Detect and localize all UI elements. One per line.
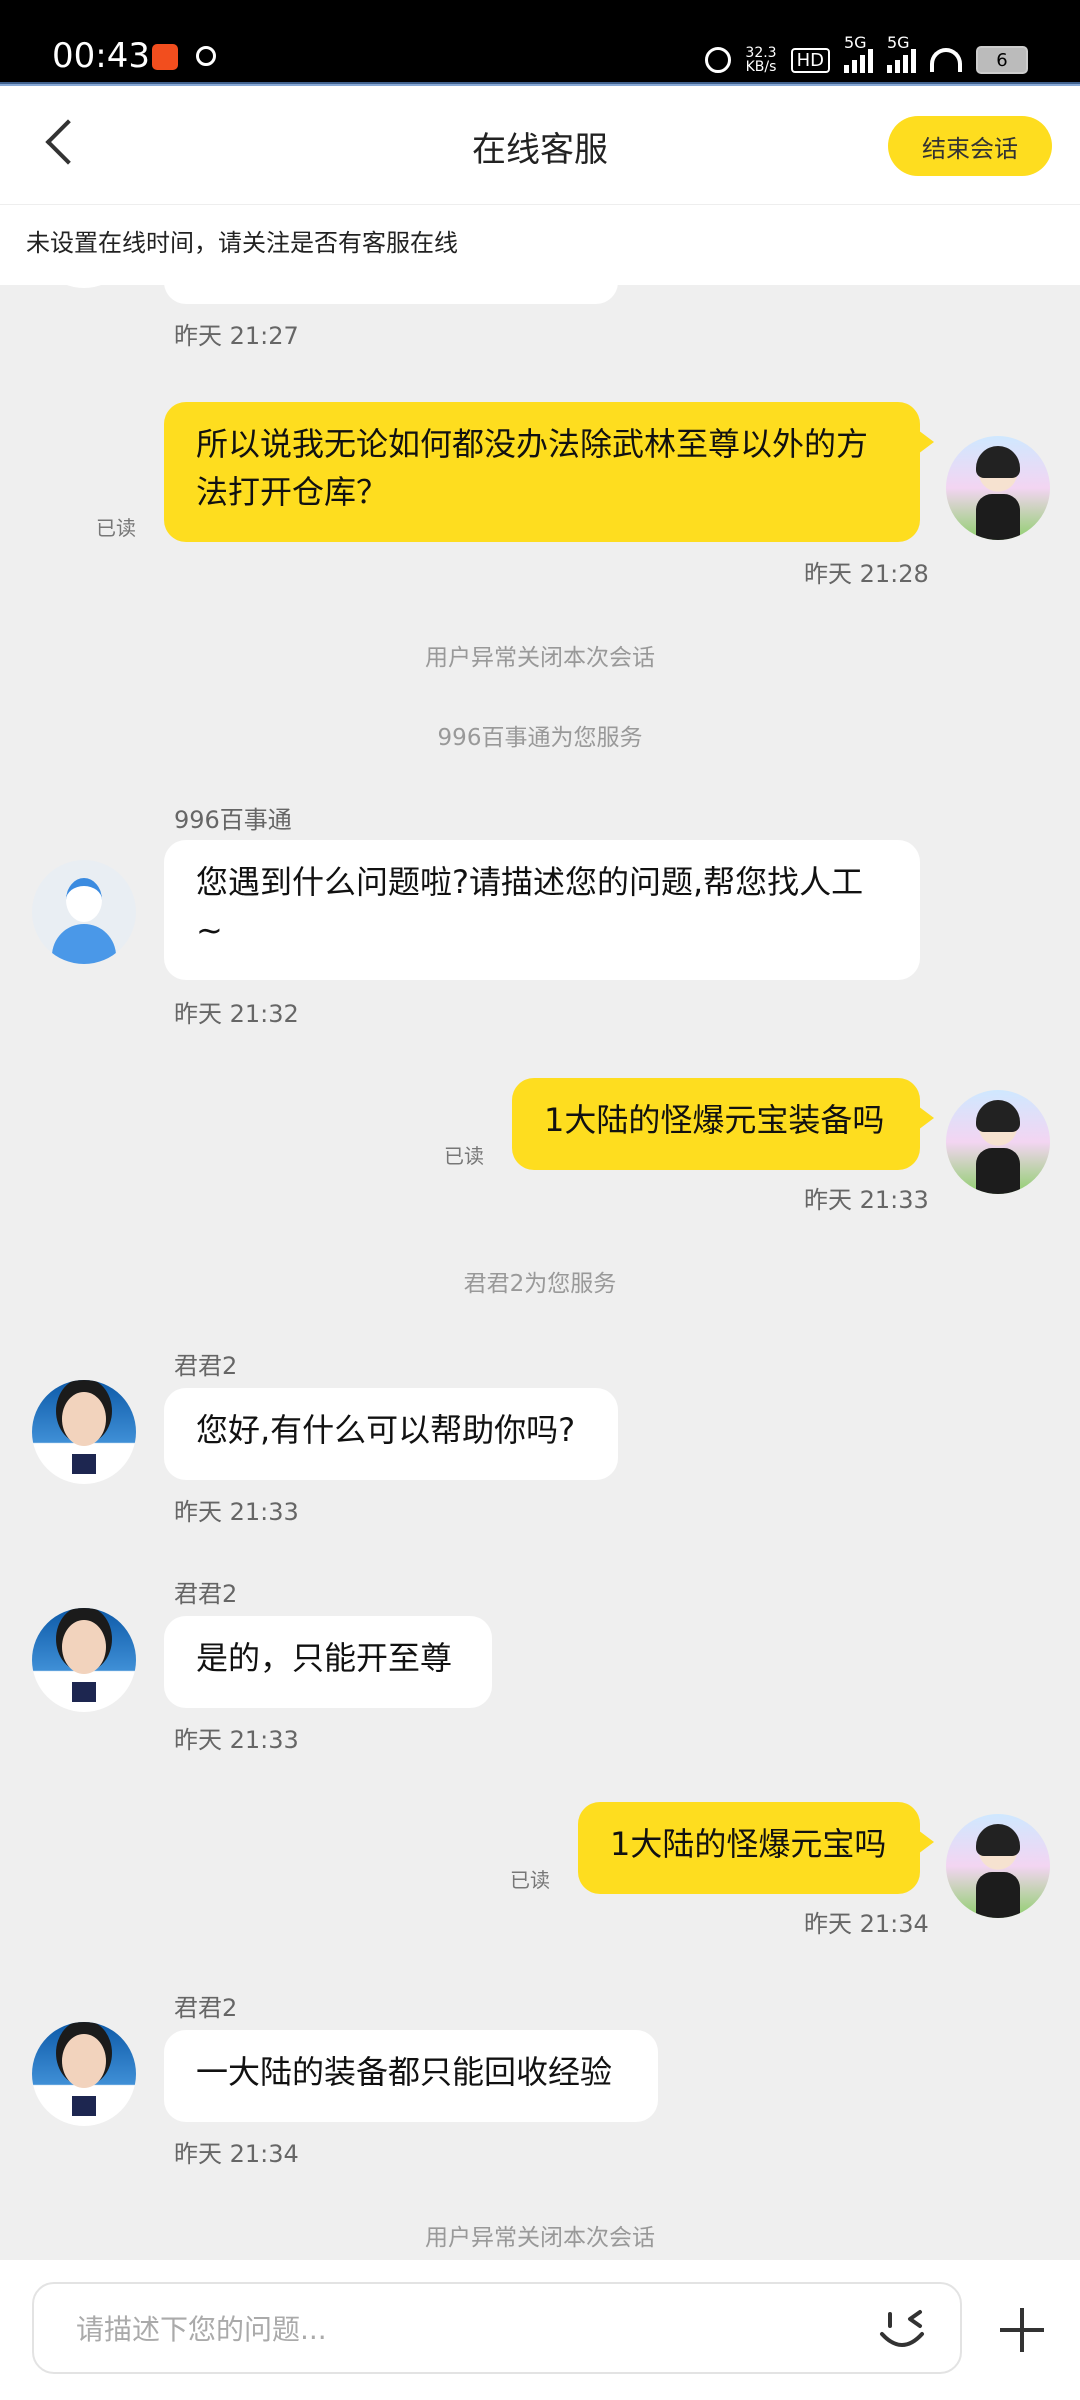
app-notification-icon: [152, 44, 178, 70]
message-time: 昨天 21:27: [174, 322, 299, 350]
message-bubble-incoming[interactable]: 您好,有什么可以帮助你吗?: [164, 1388, 618, 1480]
online-time-notice: 未设置在线时间，请关注是否有客服在线: [0, 204, 1080, 285]
chat-list[interactable]: 昨天 21:27 已读 所以说我无论如何都没办法除武林至尊以外的方法打开仓库？ …: [0, 284, 1080, 2260]
system-message: 用户异常关闭本次会话: [425, 645, 655, 671]
sender-name: 君君2: [174, 1580, 238, 1608]
status-bar: 00:43 32.3 KB/s HD 5G 5G 6: [0, 0, 1080, 84]
battery-icon: 6: [976, 46, 1028, 74]
read-status: 已读: [444, 1144, 484, 1168]
message-input-box[interactable]: [32, 2282, 962, 2374]
bot-avatar[interactable]: [32, 860, 136, 964]
message-bubble-incoming[interactable]: 一大陆的装备都只能回收经验: [164, 2030, 658, 2122]
wifi-icon: [930, 48, 962, 72]
system-message: 996百事通为您服务: [437, 725, 643, 751]
user-avatar[interactable]: [946, 1814, 1050, 1918]
emoji-icon[interactable]: [872, 2300, 932, 2360]
agent-avatar[interactable]: [32, 2022, 136, 2126]
signal-sim1-icon: 5G: [844, 33, 873, 73]
status-time: 00:43: [52, 36, 150, 76]
message-time: 昨天 21:32: [174, 1000, 299, 1028]
network-speed: 32.3 KB/s: [745, 46, 776, 74]
message-bubble-outgoing[interactable]: 所以说我无论如何都没办法除武林至尊以外的方法打开仓库？: [164, 402, 934, 542]
system-message: 用户异常关闭本次会话: [425, 2225, 655, 2251]
read-status: 已读: [96, 516, 136, 540]
hd-voice-icon: HD: [790, 47, 830, 73]
signal-sim2-icon: 5G: [887, 33, 916, 73]
message-time: 昨天 21:34: [174, 2140, 299, 2168]
add-attachment-icon[interactable]: [1000, 2308, 1044, 2352]
message-input[interactable]: [74, 2304, 858, 2354]
agent-avatar[interactable]: [32, 1608, 136, 1712]
notice-text: 未设置在线时间，请关注是否有客服在线: [26, 229, 458, 257]
input-bar: [0, 2260, 1080, 2400]
user-avatar[interactable]: [946, 436, 1050, 540]
sender-name: 996百事通: [174, 806, 292, 834]
agent-avatar[interactable]: [32, 1380, 136, 1484]
message-bubble-outgoing[interactable]: 1大陆的怪爆元宝装备吗: [512, 1078, 934, 1170]
agent-avatar[interactable]: [32, 284, 136, 288]
message-bubble-partial[interactable]: [164, 284, 618, 304]
message-time: 昨天 21:28: [804, 560, 929, 588]
message-time: 昨天 21:34: [804, 1910, 929, 1938]
alarm-icon: [705, 47, 732, 73]
message-time: 昨天 21:33: [174, 1498, 299, 1526]
message-bubble-outgoing[interactable]: 1大陆的怪爆元宝吗: [578, 1802, 934, 1894]
sender-name: 君君2: [174, 1352, 238, 1380]
read-status: 已读: [510, 1868, 550, 1892]
status-icons: 32.3 KB/s HD 5G 5G 6: [705, 33, 1028, 80]
message-time: 昨天 21:33: [174, 1726, 299, 1754]
end-session-button[interactable]: 结束会话: [888, 116, 1052, 176]
message-bubble-incoming[interactable]: 是的，只能开至尊: [164, 1616, 492, 1708]
shield-icon: [196, 46, 216, 66]
sim2-label: 5G: [887, 33, 910, 52]
message-time: 昨天 21:33: [804, 1186, 929, 1214]
message-bubble-incoming[interactable]: 您遇到什么问题啦?请描述您的问题,帮您找人工~: [164, 840, 920, 980]
sim1-label: 5G: [844, 33, 867, 52]
system-message: 君君2为您服务: [463, 1271, 617, 1297]
network-speed-unit: KB/s: [745, 59, 777, 75]
app-header: 在线客服 结束会话: [0, 86, 1080, 204]
sender-name: 君君2: [174, 1994, 238, 2022]
user-avatar[interactable]: [946, 1090, 1050, 1194]
